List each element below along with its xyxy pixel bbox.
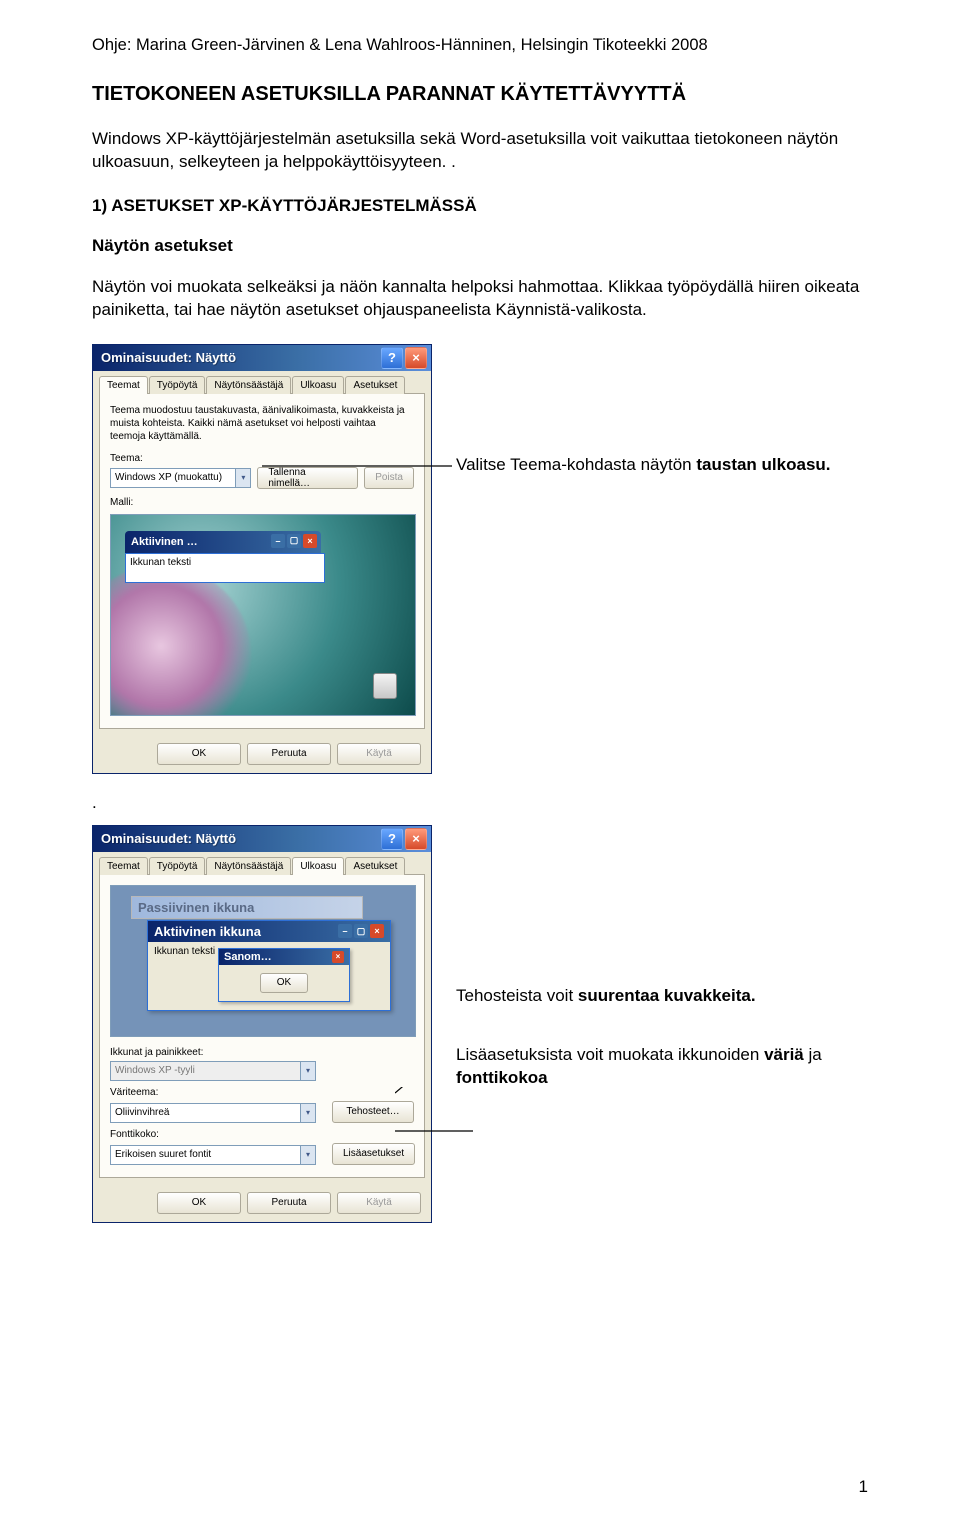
maximize-icon: ▢ <box>287 534 301 548</box>
advanced-button[interactable]: Lisäasetukset <box>332 1143 415 1165</box>
label-windows-buttons: Ikkunat ja painikkeet: <box>110 1047 414 1058</box>
preview-active-window: Aktiivinen ikkuna – ▢ × Ikkunan teksti S… <box>147 920 391 1011</box>
label-font-size: Fonttikoko: <box>110 1129 414 1140</box>
close-icon[interactable]: × <box>405 347 427 369</box>
close-icon: × <box>332 951 344 963</box>
annotation-2: Tehosteista voit suurentaa kuvakkeita. <box>456 985 868 1008</box>
preview-inactive-window: Passiivinen ikkuna <box>131 896 363 919</box>
wallpaper-graphic <box>110 565 251 716</box>
dialog-titlebar[interactable]: Ominaisuudet: Näyttö ? × <box>93 826 431 852</box>
display-properties-dialog-themes: Ominaisuudet: Näyttö ? × Teemat Työpöytä… <box>92 344 432 774</box>
close-icon[interactable]: × <box>405 828 427 850</box>
tab-asetukset[interactable]: Asetukset <box>345 857 405 875</box>
page-header: Ohje: Marina Green-Järvinen & Lena Wahlr… <box>92 36 868 55</box>
label-teema: Teema: <box>110 453 414 464</box>
delete-button[interactable]: Poista <box>364 467 414 489</box>
apply-button[interactable]: Käytä <box>337 1192 421 1214</box>
display-properties-dialog-appearance: Ominaisuudet: Näyttö ? × Teemat Työpöytä… <box>92 825 432 1223</box>
preview-window-body: Ikkunan teksti <box>125 553 325 583</box>
tab-strip: Teemat Työpöytä Näytönsäästäjä Ulkoasu A… <box>93 371 431 393</box>
annotation-3: Lisäasetuksista voit muokata ikkunoiden … <box>456 1044 868 1090</box>
chevron-down-icon[interactable]: ▾ <box>235 469 250 487</box>
color-scheme-combo[interactable]: Oliivinvihreä ▾ <box>110 1103 316 1123</box>
paragraph-1: Näytön voi muokata selkeäksi ja näön kan… <box>92 276 868 322</box>
help-icon[interactable]: ? <box>381 828 403 850</box>
chevron-down-icon[interactable]: ▾ <box>300 1062 315 1080</box>
close-icon: × <box>303 534 317 548</box>
dialog-titlebar[interactable]: Ominaisuudet: Näyttö ? × <box>93 345 431 371</box>
lone-dot: . <box>92 792 868 815</box>
preview-message-box: Sanom…× OK <box>218 948 350 1002</box>
tab-asetukset[interactable]: Asetukset <box>345 376 405 394</box>
subheading-display-settings: Näytön asetukset <box>92 236 868 256</box>
dialog-title: Ominaisuudet: Näyttö <box>101 831 379 846</box>
font-size-combo[interactable]: Erikoisen suuret fontit ▾ <box>110 1145 316 1165</box>
label-color-scheme: Väriteema: <box>110 1087 414 1098</box>
label-malli: Malli: <box>110 497 414 508</box>
apply-button[interactable]: Käytä <box>337 743 421 765</box>
preview-active-titlebar: Aktiivinen … – ▢ × <box>125 531 321 553</box>
close-icon: × <box>370 924 384 938</box>
dialog-title: Ominaisuudet: Näyttö <box>101 350 379 365</box>
effects-button[interactable]: Tehosteet… <box>332 1101 414 1123</box>
tab-strip: Teemat Työpöytä Näytönsäästäjä Ulkoasu A… <box>93 852 431 874</box>
doc-title: TIETOKONEEN ASETUKSILLA PARANNAT KÄYTETT… <box>92 83 868 106</box>
page-number: 1 <box>859 1477 868 1497</box>
section-1-heading: 1) ASETUKSET XP-KÄYTTÖJÄRJESTELMÄSSÄ <box>92 196 868 216</box>
msg-ok-button: OK <box>260 973 308 993</box>
help-icon[interactable]: ? <box>381 347 403 369</box>
chevron-down-icon[interactable]: ▾ <box>300 1146 315 1164</box>
tab-naytonsaastaja[interactable]: Näytönsäästäjä <box>206 857 291 875</box>
cancel-button[interactable]: Peruuta <box>247 1192 331 1214</box>
maximize-icon: ▢ <box>354 924 368 938</box>
cancel-button[interactable]: Peruuta <box>247 743 331 765</box>
tab-teemat[interactable]: Teemat <box>99 376 148 394</box>
tab-ulkoasu[interactable]: Ulkoasu <box>292 857 344 875</box>
tab-teemat[interactable]: Teemat <box>99 857 148 875</box>
minimize-icon: – <box>271 534 285 548</box>
theme-description: Teema muodostuu taustakuvasta, äänivalik… <box>110 404 414 443</box>
tab-ulkoasu[interactable]: Ulkoasu <box>292 376 344 394</box>
tab-tyopoyta[interactable]: Työpöytä <box>149 376 206 394</box>
minimize-icon: – <box>338 924 352 938</box>
ok-button[interactable]: OK <box>157 1192 241 1214</box>
teema-combo[interactable]: Windows XP (muokattu) ▾ <box>110 468 251 488</box>
tab-tyopoyta[interactable]: Työpöytä <box>149 857 206 875</box>
tab-naytonsaastaja[interactable]: Näytönsäästäjä <box>206 376 291 394</box>
theme-preview: Aktiivinen … – ▢ × Ikkunan teksti <box>110 514 416 716</box>
appearance-preview: Passiivinen ikkuna Aktiivinen ikkuna – ▢… <box>110 885 416 1037</box>
chevron-down-icon[interactable]: ▾ <box>300 1104 315 1122</box>
intro-paragraph: Windows XP-käyttöjärjestelmän asetuksill… <box>92 128 868 174</box>
windows-style-combo[interactable]: Windows XP -tyyli ▾ <box>110 1061 316 1081</box>
recycle-bin-icon <box>373 673 397 699</box>
annotation-1: Valitse Teema-kohdasta näytön taustan ul… <box>456 454 831 477</box>
ok-button[interactable]: OK <box>157 743 241 765</box>
teema-value: Windows XP (muokattu) <box>115 472 235 483</box>
save-as-button[interactable]: Tallenna nimellä… <box>257 467 358 489</box>
